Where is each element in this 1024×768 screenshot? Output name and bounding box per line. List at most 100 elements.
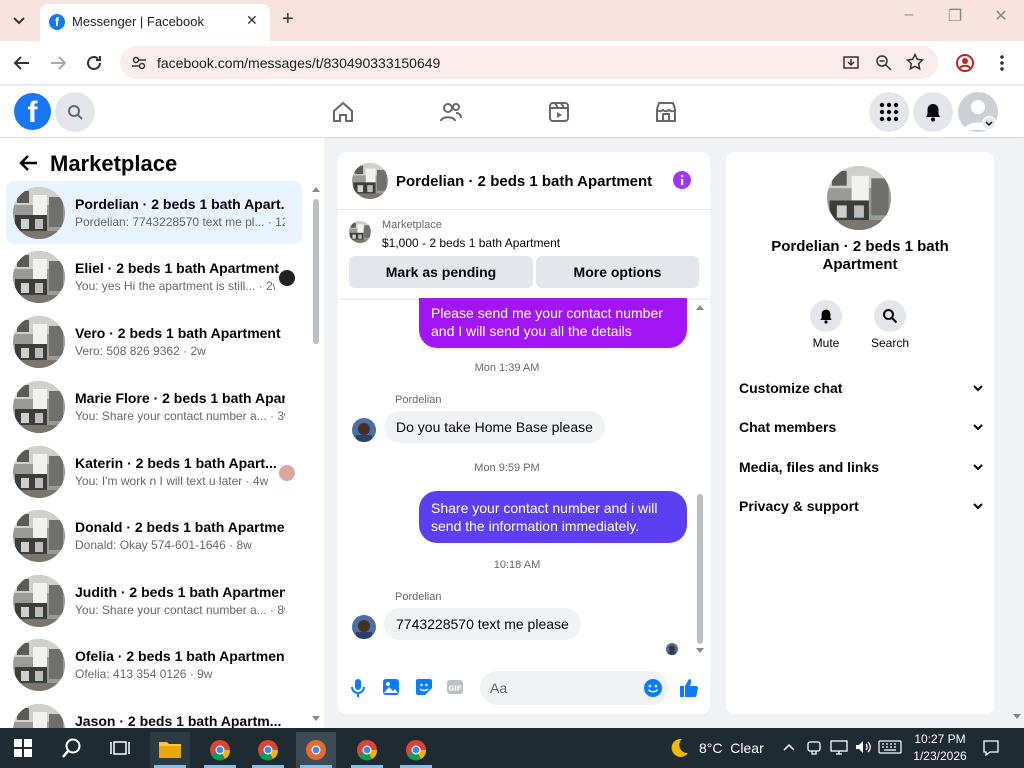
search-label: Search [870,336,910,350]
conversation-item[interactable]: Judith · 2 beds 1 bath Apartment You: Sh… [6,569,302,632]
photo-icon[interactable] [382,678,400,696]
more-options-button[interactable]: More options [536,256,699,288]
home-icon[interactable] [331,100,355,124]
search-conversation-button[interactable] [874,300,906,332]
facebook-header: f [0,86,1024,137]
conversation-item[interactable]: Donald · 2 beds 1 bath Apartment Donald:… [6,504,302,567]
address-bar[interactable]: facebook.com/messages/t/830490333150649 [120,46,938,79]
scroll-down-icon[interactable] [696,648,704,654]
reload-icon[interactable] [84,53,104,73]
conversation-item[interactable]: Marie Flore · 2 beds 1 bath Apar... You:… [6,375,302,438]
conversation-item[interactable]: Vero · 2 beds 1 bath Apartment Vero: 508… [6,310,302,373]
message-input[interactable]: Aa [480,671,668,705]
chrome-app-1[interactable] [200,732,240,768]
chrome-app-active[interactable] [296,732,336,768]
window-close-icon[interactable]: ✕ [986,6,1016,26]
network-icon[interactable] [830,739,848,755]
chrome-app-2[interactable] [248,732,288,768]
chat-title[interactable]: Pordelian · 2 beds 1 bath Apartment [396,173,652,190]
clock-time[interactable]: 10:27 PM [910,732,970,746]
file-explorer-app[interactable] [150,732,190,768]
keyboard-icon[interactable] [878,740,902,754]
chrome-app-4[interactable] [396,732,436,768]
restore-icon[interactable]: ❐ [940,6,970,26]
sticker-icon[interactable] [415,678,433,696]
conversation-item[interactable]: Katerin · 2 beds 1 bath Apart... You: I'… [6,440,302,503]
mark-pending-button[interactable]: Mark as pending [349,256,533,288]
emoji-icon[interactable] [644,679,662,697]
account-chevron-icon[interactable] [982,116,996,130]
chat-avatar[interactable] [352,163,388,199]
new-tab-icon[interactable]: + [282,8,294,31]
scroll-up-icon[interactable] [312,186,320,192]
menu-button[interactable] [869,92,909,132]
video-icon[interactable] [547,100,571,124]
message-scrollbar[interactable] [697,312,703,648]
site-info-icon[interactable] [130,54,148,72]
scroll-up-icon[interactable] [696,304,704,310]
chat-list-scrollbar[interactable] [313,188,319,724]
zoom-icon[interactable] [875,54,893,72]
conversation-item[interactable]: Ofelia · 2 beds 1 bath Apartment Ofelia:… [6,633,302,696]
sender-avatar[interactable] [352,418,376,442]
read-receipt-avatar [279,270,295,286]
browser-toolbar: facebook.com/messages/t/830490333150649 [0,41,1024,85]
outgoing-message[interactable]: Please send me your contact number and I… [419,298,687,348]
chat-members-section[interactable]: Chat members [739,419,984,435]
scrollbar-thumb[interactable] [313,199,319,344]
scrollbar-thumb[interactable] [697,494,703,644]
moon-weather-icon[interactable] [668,737,690,759]
incoming-message[interactable]: Do you take Home Base please [384,411,605,443]
friends-icon[interactable] [439,100,463,124]
profile-photo[interactable] [827,166,891,230]
microphone-icon[interactable] [350,678,366,698]
conversation-preview: Donald: Okay 574-601-1646 · 8w [75,538,252,552]
sender-avatar[interactable] [352,615,376,639]
notifications-button[interactable] [913,92,953,132]
bookmark-star-icon[interactable] [906,53,924,71]
browser-tab[interactable]: f Messenger | Facebook ✕ [40,4,270,41]
search-button[interactable] [55,92,95,132]
facebook-logo-icon[interactable]: f [14,93,51,130]
weather-text[interactable]: 8°C Clear [699,740,764,756]
privacy-support-section[interactable]: Privacy & support [739,498,984,514]
minimize-icon[interactable]: – [894,6,924,24]
chat-window: Pordelian · 2 beds 1 bath Apartment Mark… [338,152,710,714]
thumbs-up-icon[interactable] [679,678,699,698]
conversation-item[interactable]: Pordelian · 2 beds 1 bath Apart... Porde… [6,181,302,244]
chrome-icon [258,740,279,761]
page-scroll-down-icon[interactable] [1013,714,1021,720]
windows-start-icon[interactable] [14,739,32,757]
listing-title[interactable]: $1,000 - 2 beds 1 bath Apartment [382,236,560,250]
outgoing-message[interactable]: Share your contact number and i will sen… [419,491,687,543]
profile-icon[interactable] [955,53,975,73]
listing-thumbnail [13,510,65,562]
back-arrow-icon[interactable] [12,53,32,73]
marketplace-icon[interactable] [654,100,678,124]
forward-arrow-icon[interactable] [48,53,68,73]
tab-search-button[interactable] [8,9,30,31]
notification-center-icon[interactable] [982,739,1000,757]
composer: GIF Aa [338,664,710,714]
search-icon[interactable] [61,737,83,759]
incoming-message[interactable]: 7743228570 text me please [384,608,581,640]
listing-thumbnail[interactable] [349,221,371,243]
info-icon[interactable] [673,171,691,189]
back-arrow-icon[interactable] [18,152,40,174]
mute-button[interactable] [810,300,842,332]
gif-icon[interactable]: GIF [446,678,464,696]
task-view-icon[interactable] [110,739,130,757]
scroll-down-icon[interactable] [312,716,320,722]
chevron-up-icon[interactable] [782,742,796,752]
install-app-icon[interactable] [842,54,860,72]
clock-date[interactable]: 1/23/2026 [910,749,970,763]
conversation-item[interactable]: Eliel · 2 beds 1 bath Apartment You: yes… [6,245,302,308]
volume-icon[interactable] [854,739,872,755]
media-files-section[interactable]: Media, files and links [739,459,984,475]
customize-chat-section[interactable]: Customize chat [739,380,984,396]
browser-menu-icon[interactable] [992,53,1012,73]
conversation-item[interactable]: Jason · 2 beds 1 bath Apartm... [6,698,302,728]
tab-close-icon[interactable]: ✕ [246,12,258,29]
meet-now-icon[interactable] [806,739,822,755]
chrome-app-3[interactable] [347,732,387,768]
